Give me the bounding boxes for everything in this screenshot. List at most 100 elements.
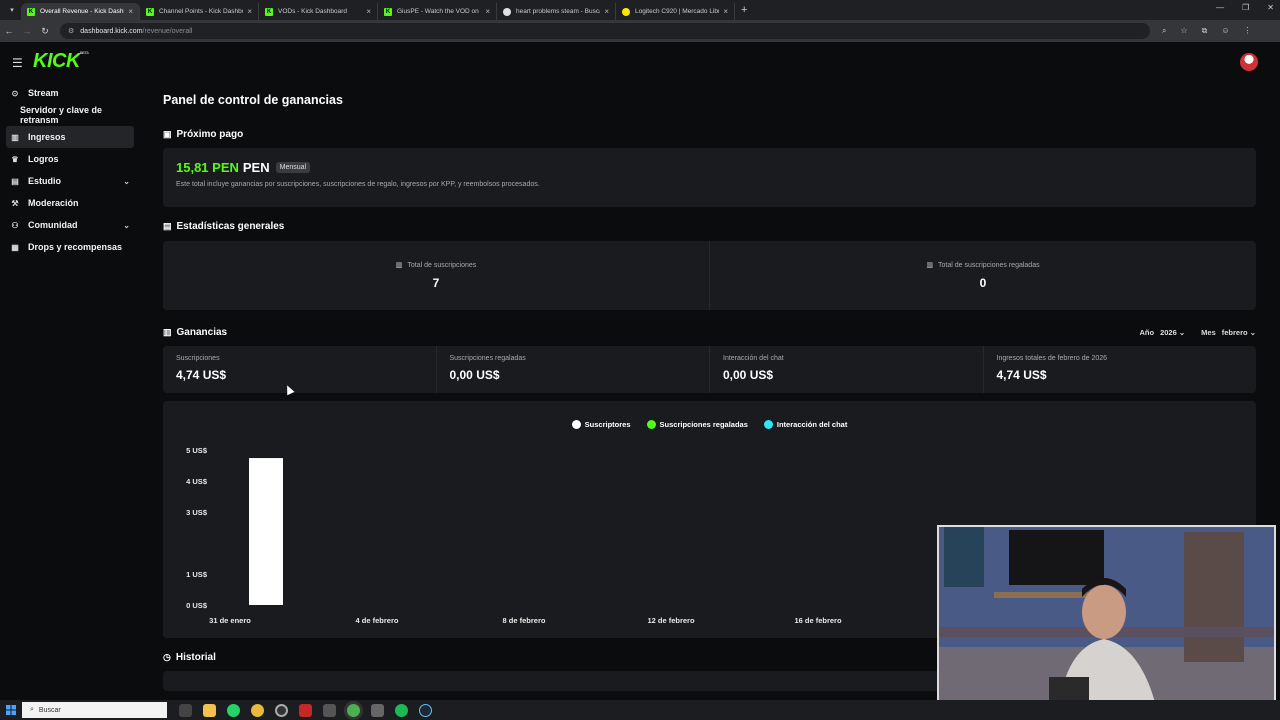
x-tick-label: 4 de febrero: [356, 616, 399, 625]
y-tick-label: 3 US$: [186, 508, 208, 517]
reload-icon[interactable]: ↻: [36, 26, 54, 37]
steam-icon[interactable]: [419, 703, 432, 717]
close-tab-icon[interactable]: ×: [247, 7, 252, 16]
notes-app-icon[interactable]: [371, 703, 384, 717]
chrome-icon[interactable]: [251, 703, 264, 717]
stat-label: Total de suscripciones: [407, 261, 477, 269]
payment-amount: 15,81 PEN: [176, 160, 239, 175]
close-tab-icon[interactable]: ×: [604, 7, 609, 16]
menu-dots-icon[interactable]: ⋮: [1244, 26, 1252, 36]
earnings-cell: Suscripciones regaladas 0,00 US$: [435, 346, 710, 393]
y-tick-label: 4 US$: [186, 477, 208, 486]
earnings-label: Suscripciones regaladas: [449, 355, 526, 362]
sidebar-item-server-key[interactable]: Servidor y clave de retransm: [0, 104, 140, 126]
file-explorer-icon[interactable]: [203, 703, 216, 717]
chart-bar[interactable]: [249, 458, 283, 605]
sidebar-item-comunidad[interactable]: ⚇ Comunidad ⌄: [0, 214, 140, 236]
sidebar-item-ingresos[interactable]: ▥ Ingresos: [6, 126, 134, 148]
red-app-icon[interactable]: [299, 703, 312, 717]
browser-tab[interactable]: K VODs - Kick Dashboard ×: [259, 3, 378, 20]
browser-tab[interactable]: Logitech C920 | Mercado Libre ×: [616, 3, 735, 20]
mercadolibre-favicon-icon: [622, 7, 630, 16]
forward-icon[interactable]: →: [18, 26, 36, 36]
capture-app-icon[interactable]: [323, 703, 336, 717]
wrench-icon: ⚒: [11, 198, 19, 208]
browser-tab[interactable]: heart problems steam - Buscar ×: [497, 3, 616, 20]
month-select[interactable]: febrero ⌄: [1222, 328, 1256, 337]
y-tick-label: 5 US$: [186, 446, 208, 455]
year-select[interactable]: 2026 ⌄: [1160, 328, 1185, 337]
back-icon[interactable]: ←: [0, 26, 18, 36]
kick-favicon-icon: K: [146, 7, 154, 16]
whatsapp-icon[interactable]: [227, 703, 240, 717]
minimize-button[interactable]: —: [1216, 3, 1224, 12]
stats-icon: ▤: [163, 221, 172, 231]
obs-icon[interactable]: [275, 703, 288, 717]
task-view-icon[interactable]: [179, 703, 192, 717]
close-tab-icon[interactable]: ×: [485, 7, 490, 16]
chrome-active-icon[interactable]: [347, 703, 360, 717]
close-tab-icon[interactable]: ×: [366, 7, 371, 16]
trophy-icon: ♛: [11, 154, 19, 164]
bar-chart-icon: ▥: [395, 262, 403, 269]
x-tick-label: 8 de febrero: [503, 616, 546, 625]
sidebar-item-logros[interactable]: ♛ Logros: [0, 148, 140, 170]
taskbar-search[interactable]: ⌕ Buscar: [22, 702, 167, 718]
bookmark-star-icon[interactable]: ☆: [1180, 26, 1187, 36]
payment-currency: PEN: [242, 160, 270, 175]
restore-button[interactable]: ❐: [1242, 3, 1249, 12]
sidebar-item-label: Moderación: [28, 198, 79, 208]
clock-icon: ◷: [163, 652, 171, 662]
kick-favicon-icon: K: [384, 7, 392, 16]
earnings-label: Interacción del chat: [723, 355, 784, 362]
profile-icon[interactable]: ☺: [1221, 26, 1229, 36]
start-button[interactable]: [0, 705, 22, 715]
webcam-overlay: [937, 525, 1276, 717]
close-tab-icon[interactable]: ×: [128, 7, 133, 16]
logo-badge: BETA: [79, 50, 89, 55]
chevron-down-icon: ⌄: [123, 176, 130, 186]
address-bar-row: ← → ↻ ⚙ dashboard.kick.com/revenue/overa…: [0, 20, 1280, 42]
menu-hamburger-icon[interactable]: ☰: [12, 56, 23, 70]
close-tab-icon[interactable]: ×: [723, 7, 728, 16]
sidebar-item-label: Ingresos: [28, 132, 66, 142]
wallet-icon: ▣: [163, 129, 172, 139]
section-title: Estadísticas generales: [176, 221, 285, 232]
sidebar-item-label: Logros: [28, 154, 59, 164]
browser-tab[interactable]: K Overall Revenue - Kick Dashboard ×: [21, 3, 140, 20]
new-tab-button[interactable]: +: [741, 4, 747, 16]
kick-favicon-icon: K: [265, 7, 273, 16]
extensions-icon[interactable]: ⧉: [1202, 26, 1208, 36]
y-tick-label: 0 US$: [186, 601, 208, 610]
earnings-heading: ▥ Ganancias: [163, 327, 227, 338]
page-title: Panel de control de ganancias: [163, 93, 343, 107]
next-payment-card: 15,81 PEN PEN Mensual Este total incluye…: [163, 148, 1256, 207]
bar-chart-icon: ▥: [926, 262, 934, 269]
sidebar-item-stream[interactable]: ⊙ Stream: [0, 82, 140, 104]
tab-search-button[interactable]: ▾: [3, 2, 21, 18]
sidebar-item-drops[interactable]: ▦ Drops y recompensas: [0, 236, 140, 258]
stat-value: 0: [979, 276, 987, 290]
user-avatar[interactable]: [1240, 53, 1258, 71]
site-info-icon[interactable]: ⚙: [68, 27, 74, 35]
x-tick-label: 12 de febrero: [647, 616, 695, 625]
browser-tab[interactable]: K GiusPE - Watch the VOD on Kick ×: [378, 3, 497, 20]
earnings-summary-card: Suscripciones 4,74 US$ Suscripciones rega…: [163, 346, 1256, 393]
close-window-button[interactable]: ✕: [1267, 3, 1274, 12]
sidebar-item-label: Servidor y clave de retransm: [20, 105, 103, 125]
earnings-value: 4,74 US$: [996, 368, 1047, 382]
stat-total-gifted: ▥ Total de suscripciones regaladas 0: [709, 241, 1256, 310]
kick-logo[interactable]: KICKBETA: [33, 50, 89, 73]
sidebar-item-estudio[interactable]: ▤ Estudio ⌄: [0, 170, 140, 192]
chevron-down-icon: ⌄: [1249, 328, 1256, 337]
general-stats-card: ▥ Total de suscripciones 7 ▥ Total de susc…: [163, 241, 1256, 310]
url-field[interactable]: ⚙ dashboard.kick.com/revenue/overall: [60, 23, 1150, 39]
browser-tab[interactable]: K Channel Points - Kick Dashboard ×: [140, 3, 259, 20]
url-path: /revenue/overall: [142, 27, 193, 35]
sidebar-item-moderacion[interactable]: ⚒ Moderación: [0, 192, 140, 214]
people-icon: ⚇: [11, 220, 19, 230]
zoom-icon[interactable]: ⌕: [1162, 26, 1166, 36]
tab-title: Logitech C920 | Mercado Libre: [635, 8, 720, 15]
earnings-label: Ingresos totales de febrero de 2026: [996, 355, 1108, 362]
spotify-icon[interactable]: [395, 703, 408, 717]
